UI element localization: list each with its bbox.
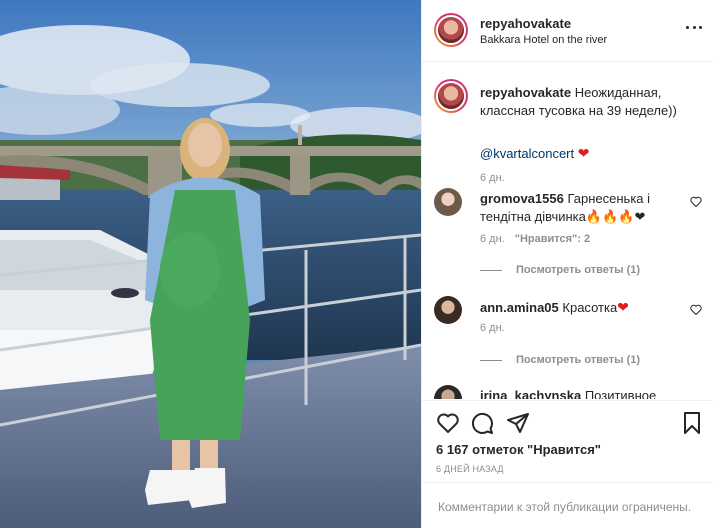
comment-timestamp[interactable]: 6 дн. bbox=[480, 233, 505, 245]
comment-text: ann.amina05 Красотка❤ bbox=[480, 298, 676, 317]
comment-meta: 6 дн. bbox=[480, 322, 505, 334]
comment-text: gromova1556 Гарнесенька і тендітна дівчи… bbox=[480, 190, 676, 226]
view-replies-button[interactable]: Посмотреть ответы (1) bbox=[480, 354, 640, 366]
comment-like-heart-icon[interactable] bbox=[690, 196, 702, 207]
heart-icon[interactable] bbox=[436, 411, 460, 435]
comment-emoji: 🔥🔥🔥❤ bbox=[585, 209, 646, 224]
comments-restricted-notice: Комментарии к этой публикации ограничены… bbox=[422, 482, 713, 528]
caption-avatar[interactable] bbox=[434, 79, 468, 113]
comment-meta: 6 дн. "Нравится": 2 bbox=[480, 233, 590, 245]
comment-username[interactable]: irina_kachynska bbox=[480, 388, 581, 399]
post-photo-image bbox=[0, 0, 421, 528]
caption-timestamp[interactable]: 6 дн. bbox=[480, 172, 505, 184]
comment-username[interactable]: ann.amina05 bbox=[480, 300, 559, 315]
comment-username[interactable]: gromova1556 bbox=[480, 191, 564, 206]
post-timestamp[interactable]: 6 ДНЕЙ НАЗАД bbox=[436, 464, 504, 474]
author-avatar[interactable] bbox=[434, 13, 468, 47]
post-details-panel: repyahovakate Bakkara Hotel on the river… bbox=[421, 0, 713, 528]
comment-body: Красотка bbox=[562, 300, 618, 315]
comment-icon[interactable] bbox=[470, 411, 494, 435]
restricted-notice-text: Комментарии к этой публикации ограничены… bbox=[438, 500, 692, 514]
comment-emoji: ❤ bbox=[617, 299, 629, 315]
post-header: repyahovakate Bakkara Hotel on the river bbox=[422, 0, 713, 62]
caption-text: repyahovakate Неожиданная, классная тусо… bbox=[480, 84, 700, 120]
comment-like-heart-icon[interactable] bbox=[690, 304, 702, 315]
comment-likes[interactable]: "Нравится": 2 bbox=[515, 233, 590, 245]
heart-emoji: ❤ bbox=[577, 145, 590, 161]
mention-link[interactable]: @kvartalconcert bbox=[480, 146, 574, 161]
comments-list[interactable]: repyahovakate Неожиданная, классная тусо… bbox=[422, 63, 713, 399]
commenter-avatar[interactable] bbox=[434, 188, 462, 216]
commenter-avatar[interactable] bbox=[434, 385, 462, 399]
comment-body: Позитивное bbox=[584, 388, 657, 399]
author-username[interactable]: repyahovakate bbox=[480, 16, 571, 31]
share-icon[interactable] bbox=[506, 411, 530, 435]
post-photo[interactable] bbox=[0, 0, 421, 528]
commenter-avatar[interactable] bbox=[434, 296, 462, 324]
bookmark-icon[interactable] bbox=[680, 411, 704, 435]
more-options-icon[interactable] bbox=[686, 24, 702, 30]
view-replies-button[interactable]: Посмотреть ответы (1) bbox=[480, 264, 640, 276]
post-location[interactable]: Bakkara Hotel on the river bbox=[480, 34, 607, 46]
likes-count[interactable]: 6 167 отметок "Нравится" bbox=[436, 442, 601, 457]
comment-text: irina_kachynska Позитивное bbox=[480, 387, 676, 399]
caption-mention-row: @kvartalconcert ❤ bbox=[480, 145, 589, 162]
caption-username[interactable]: repyahovakate bbox=[480, 85, 571, 100]
post-actions-bar bbox=[422, 400, 713, 448]
comment-timestamp[interactable]: 6 дн. bbox=[480, 322, 505, 334]
